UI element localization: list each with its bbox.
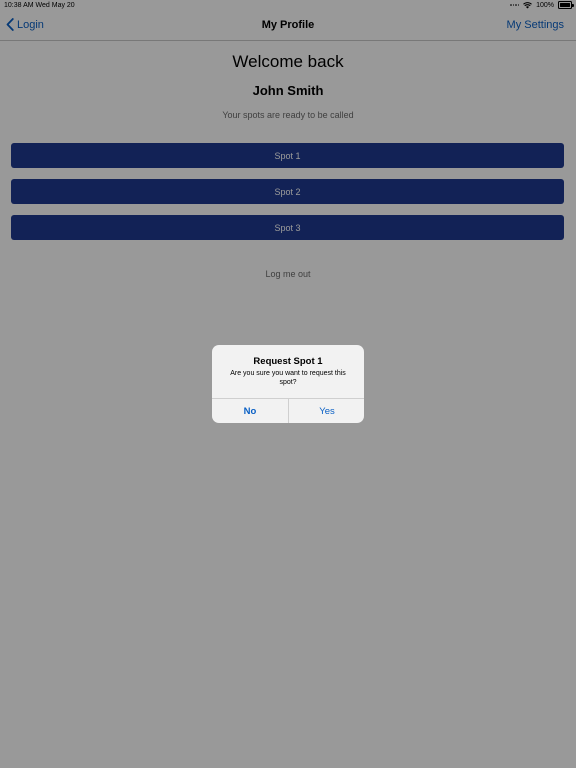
alert-no-button[interactable]: No: [212, 399, 288, 423]
alert-message: Are you sure you want to request this sp…: [230, 370, 346, 386]
alert-title: Request Spot 1: [253, 356, 323, 367]
alert-yes-button[interactable]: Yes: [289, 399, 364, 423]
request-alert-dialog: Request Spot 1 Are you sure you want to …: [212, 345, 364, 423]
